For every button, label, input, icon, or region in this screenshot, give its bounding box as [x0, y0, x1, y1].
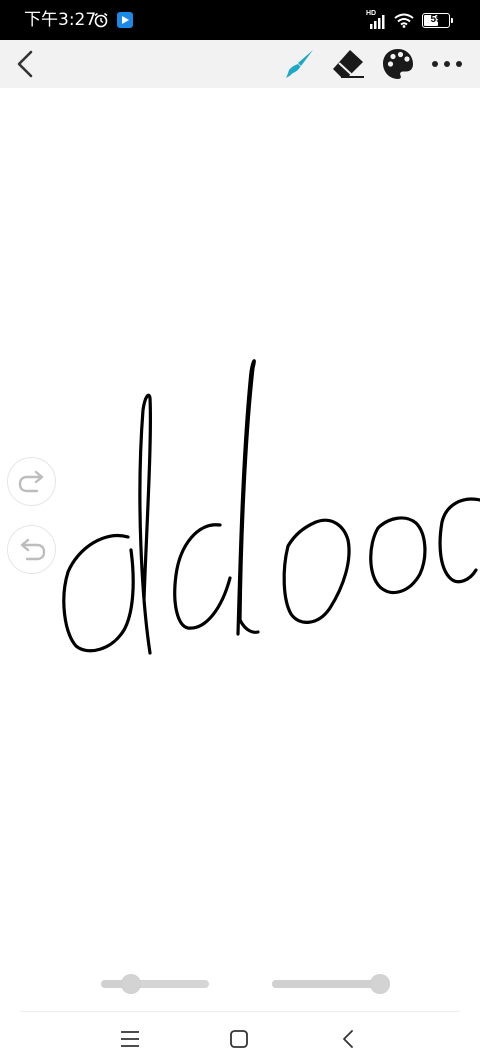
system-back-button[interactable] — [333, 1024, 363, 1054]
eraser-icon — [333, 50, 364, 78]
palette-button[interactable] — [378, 44, 418, 84]
back-button[interactable] — [6, 44, 46, 84]
undo-icon — [20, 538, 45, 560]
home-button[interactable] — [224, 1024, 254, 1054]
recent-apps-button[interactable] — [115, 1024, 145, 1054]
eraser-tool-button[interactable] — [328, 44, 368, 84]
drawing-canvas[interactable] — [0, 88, 480, 1008]
more-icon — [432, 61, 462, 67]
stroke-size-slider[interactable] — [101, 975, 209, 993]
stroke-d1-bowl — [62, 534, 135, 653]
chevron-left-icon — [17, 50, 33, 78]
wifi-icon — [394, 13, 414, 28]
home-icon — [230, 1030, 248, 1048]
paintbrush-icon — [286, 50, 313, 78]
battery-percent: 59 — [430, 14, 442, 25]
alarm-icon — [94, 12, 108, 28]
stroke-d1-stem — [138, 393, 153, 655]
opacity-slider-thumb[interactable] — [371, 975, 389, 993]
redo-button[interactable] — [7, 457, 56, 506]
drawing-toolbar — [0, 40, 480, 88]
handwriting-strokes — [62, 359, 480, 655]
battery-tip — [451, 18, 453, 23]
more-options-button[interactable] — [427, 44, 467, 84]
stroke-o2 — [369, 516, 427, 595]
system-nav-bar — [0, 1012, 480, 1063]
undo-button[interactable] — [7, 525, 56, 574]
menu-icon — [121, 1031, 139, 1047]
stroke-d2-bowl — [173, 523, 232, 630]
palette-icon — [383, 49, 413, 79]
stroke-o1 — [282, 518, 351, 624]
opacity-slider-fill — [272, 980, 380, 988]
brush-tool-button[interactable] — [280, 44, 320, 84]
stroke-o3 — [438, 497, 480, 584]
back-icon — [343, 1030, 353, 1048]
cellular-signal-icon — [370, 15, 385, 29]
redo-icon — [18, 470, 43, 492]
app-notification-icon — [117, 12, 133, 28]
battery-icon: 59 — [422, 13, 450, 28]
opacity-slider[interactable] — [272, 975, 389, 993]
stroke-d2-stem — [236, 359, 260, 636]
status-time: 下午3:27 — [24, 10, 97, 30]
stroke-size-slider-thumb[interactable] — [122, 975, 140, 993]
status-bar: 下午3:27 HD 59 — [0, 0, 480, 40]
